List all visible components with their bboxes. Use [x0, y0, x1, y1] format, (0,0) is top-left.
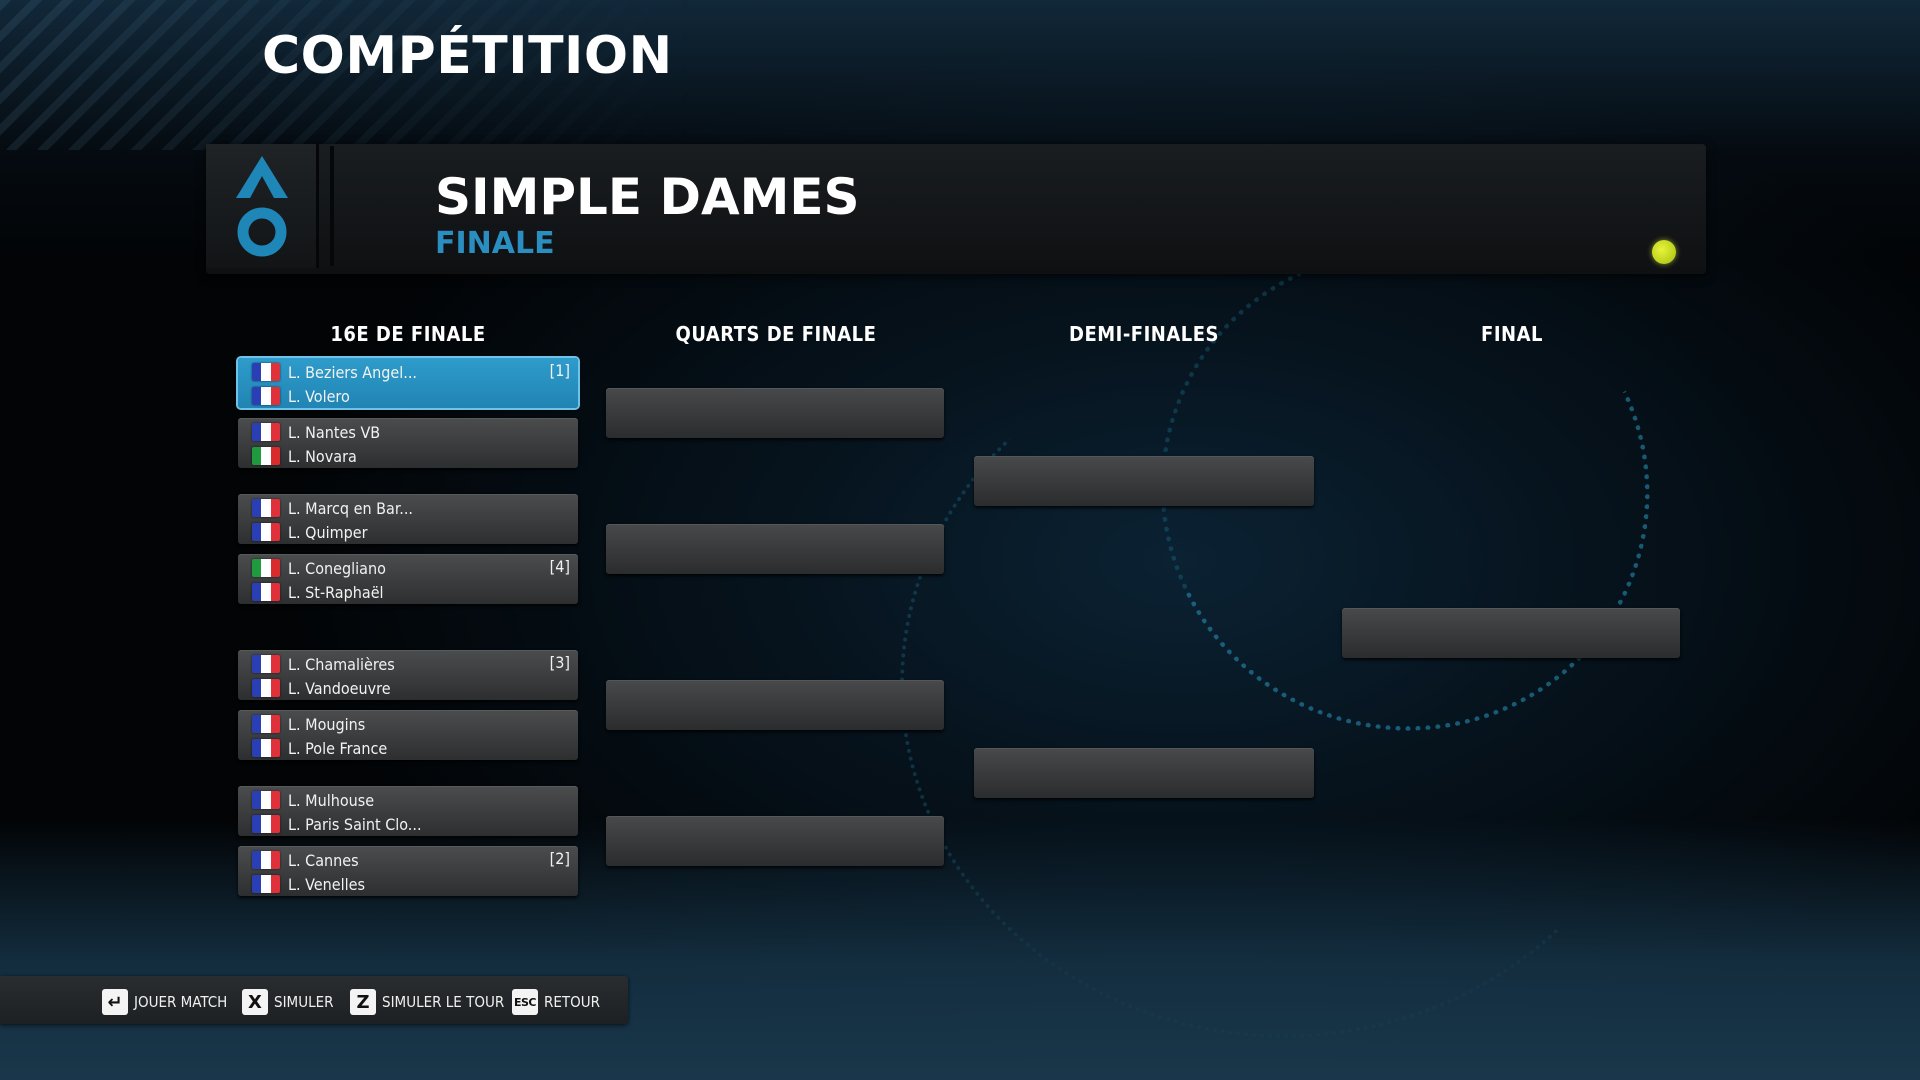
- flag-icon: [252, 387, 280, 405]
- event-round: FINALE: [435, 226, 555, 261]
- back-label: RETOUR: [544, 993, 601, 1011]
- flag-icon: [252, 875, 280, 893]
- team-name: L. Pole France: [288, 738, 388, 758]
- team-name: L. Cannes: [288, 850, 359, 870]
- team-name: L. Mougins: [288, 714, 366, 734]
- match-card[interactable]: L. Nantes VB L. Novara: [238, 418, 578, 468]
- page-title: COMPÉTITION: [262, 26, 673, 86]
- column-header-round-of-16: 16E DE FINALE: [330, 322, 486, 346]
- team-name: L. Mulhouse: [288, 790, 375, 810]
- team-name: L. Chamalières: [288, 654, 395, 674]
- ao-logo-icon: [236, 156, 288, 257]
- x-key-icon: X: [242, 989, 268, 1015]
- flag-icon: [252, 739, 280, 757]
- flag-icon: [252, 363, 280, 381]
- back-button[interactable]: ESC RETOUR: [512, 988, 600, 1016]
- match-card[interactable]: L. Cannes L. Venelles [2]: [238, 846, 578, 896]
- flag-icon: [252, 679, 280, 697]
- team-name: L. Venelles: [288, 874, 365, 894]
- seed-badge: [3]: [549, 653, 570, 672]
- semifinal-slot[interactable]: [974, 456, 1314, 506]
- header-divider: [330, 146, 334, 266]
- seed-badge: [2]: [549, 849, 570, 868]
- team-name: L. Nantes VB: [288, 422, 381, 442]
- quarterfinal-slot[interactable]: [606, 524, 944, 574]
- quarterfinal-slot[interactable]: [606, 816, 944, 866]
- quarterfinal-slot[interactable]: [606, 680, 944, 730]
- play-match-button[interactable]: ↵ JOUER MATCH: [102, 988, 227, 1016]
- team-name: L. St-Raphaël: [288, 582, 384, 602]
- team-name: L. Novara: [288, 446, 357, 466]
- column-header-semifinals: DEMI-FINALES: [1069, 322, 1219, 346]
- match-card[interactable]: L. Beziers Angel... L. Volero [1]: [238, 358, 578, 408]
- flag-icon: [252, 423, 280, 441]
- final-slot[interactable]: [1342, 608, 1680, 658]
- flag-icon: [252, 499, 280, 517]
- match-card[interactable]: L. Conegliano L. St-Raphaël [4]: [238, 554, 578, 604]
- column-header-final: FINAL: [1481, 322, 1543, 346]
- flag-icon: [252, 559, 280, 577]
- z-key-icon: Z: [350, 989, 376, 1015]
- flag-icon: [252, 791, 280, 809]
- tennis-ball-icon: [1652, 240, 1676, 264]
- simulate-round-button[interactable]: Z SIMULER LE TOUR: [350, 988, 504, 1016]
- enter-key-icon: ↵: [102, 989, 128, 1015]
- flag-icon: [252, 447, 280, 465]
- simulate-round-label: SIMULER LE TOUR: [382, 993, 505, 1011]
- flag-icon: [252, 815, 280, 833]
- flag-icon: [252, 655, 280, 673]
- quarterfinal-slot[interactable]: [606, 388, 944, 438]
- team-name: L. Marcq en Bar...: [288, 498, 413, 518]
- team-name: L. Beziers Angel...: [288, 362, 417, 382]
- simulate-button[interactable]: X SIMULER: [242, 988, 334, 1016]
- flag-icon: [252, 851, 280, 869]
- team-name: L. Volero: [288, 386, 350, 406]
- match-card[interactable]: L. Chamalières L. Vandoeuvre [3]: [238, 650, 578, 700]
- flag-icon: [252, 583, 280, 601]
- flag-icon: [252, 715, 280, 733]
- esc-key-icon: ESC: [512, 989, 539, 1015]
- semifinal-slot[interactable]: [974, 748, 1314, 798]
- column-header-quarterfinals: QUARTS DE FINALE: [675, 322, 877, 346]
- seed-badge: [1]: [549, 361, 570, 380]
- match-card[interactable]: L. Mulhouse L. Paris Saint Clo...: [238, 786, 578, 836]
- play-match-label: JOUER MATCH: [134, 993, 228, 1011]
- team-name: L. Vandoeuvre: [288, 678, 391, 698]
- match-card[interactable]: L. Mougins L. Pole France: [238, 710, 578, 760]
- simulate-label: SIMULER: [274, 993, 334, 1011]
- event-name: SIMPLE DAMES: [435, 168, 860, 226]
- team-name: L. Quimper: [288, 522, 368, 542]
- team-name: L. Conegliano: [288, 558, 386, 578]
- tournament-logo: [206, 144, 319, 268]
- event-header: [206, 144, 1706, 274]
- seed-badge: [4]: [549, 557, 570, 576]
- team-name: L. Paris Saint Clo...: [288, 814, 422, 834]
- flag-icon: [252, 523, 280, 541]
- match-card[interactable]: L. Marcq en Bar... L. Quimper: [238, 494, 578, 544]
